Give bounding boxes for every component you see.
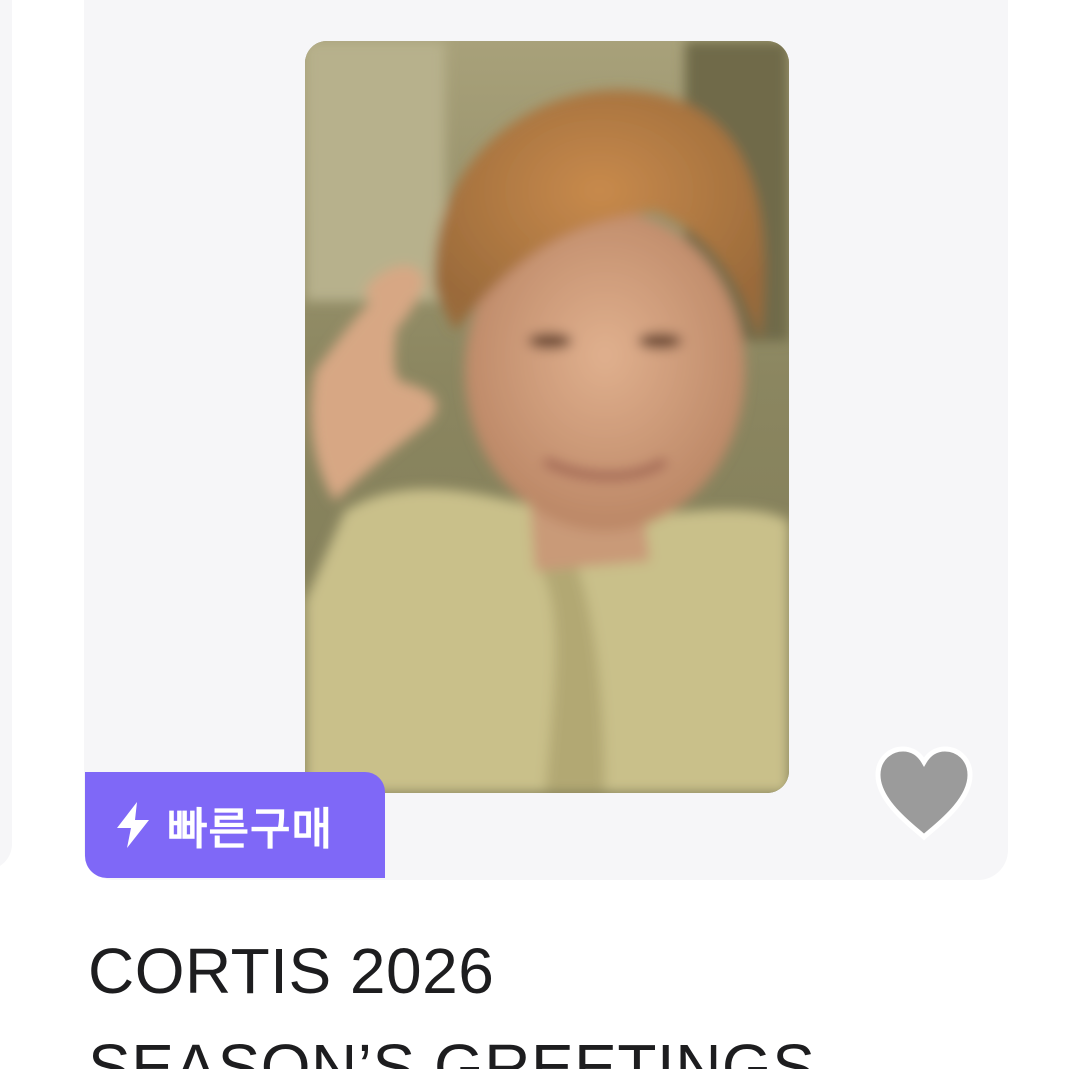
product-title-line-1[interactable]: CORTIS 2026 (88, 934, 494, 1008)
product-list-viewport: 빠른구매 CORTIS 2026 SEASON’S GREETINGS (0, 0, 1069, 1069)
lightning-bolt-icon (113, 800, 153, 850)
photocard-image (305, 41, 789, 793)
product-title-line-2[interactable]: SEASON’S GREETINGS (88, 1030, 815, 1069)
previous-product-card-edge[interactable] (0, 0, 12, 870)
quick-buy-label: 빠른구매 (167, 804, 333, 855)
quick-buy-badge[interactable]: 빠른구매 (85, 772, 385, 878)
product-photo[interactable] (305, 41, 789, 793)
heart-icon (875, 746, 973, 841)
favorite-button[interactable] (872, 745, 976, 841)
